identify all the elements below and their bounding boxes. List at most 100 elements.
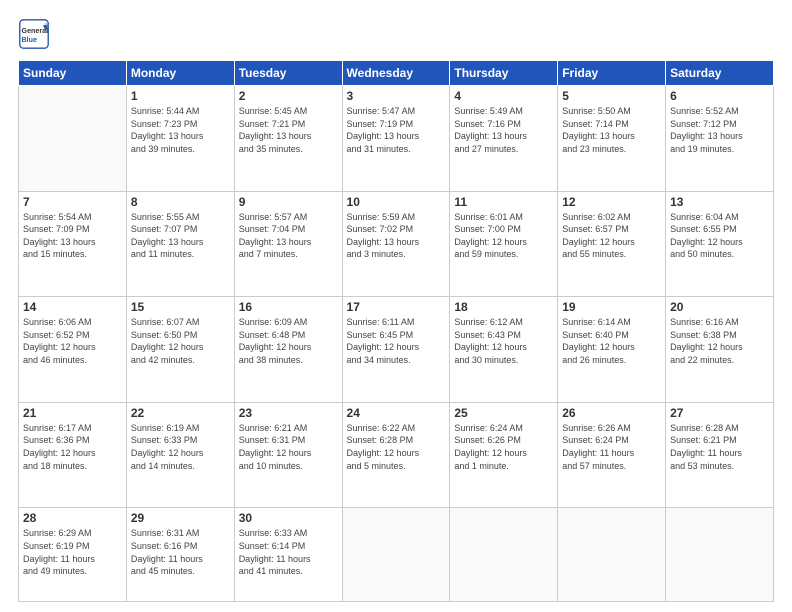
day-info: Sunrise: 6:14 AM Sunset: 6:40 PM Dayligh… [562,316,661,366]
day-info: Sunrise: 5:49 AM Sunset: 7:16 PM Dayligh… [454,105,553,155]
day-number: 29 [131,511,230,525]
day-number: 13 [670,195,769,209]
svg-text:Blue: Blue [22,36,37,44]
calendar-cell: 9 Sunrise: 5:57 AM Sunset: 7:04 PM Daylig… [234,191,342,297]
day-info: Sunrise: 6:01 AM Sunset: 7:00 PM Dayligh… [454,211,553,261]
calendar-cell: 22 Sunrise: 6:19 AM Sunset: 6:33 PM Dayli… [126,402,234,508]
calendar-cell: 30 Sunrise: 6:33 AM Sunset: 6:14 PM Dayli… [234,508,342,602]
calendar-cell: 24 Sunrise: 6:22 AM Sunset: 6:28 PM Dayli… [342,402,450,508]
week-row-2: 7 Sunrise: 5:54 AM Sunset: 7:09 PM Daylig… [19,191,774,297]
day-number: 15 [131,300,230,314]
day-info: Sunrise: 5:47 AM Sunset: 7:19 PM Dayligh… [347,105,446,155]
calendar-cell [19,86,127,192]
day-number: 24 [347,406,446,420]
day-info: Sunrise: 6:33 AM Sunset: 6:14 PM Dayligh… [239,527,338,577]
day-info: Sunrise: 6:26 AM Sunset: 6:24 PM Dayligh… [562,422,661,472]
day-number: 1 [131,89,230,103]
calendar-cell: 14 Sunrise: 6:06 AM Sunset: 6:52 PM Dayli… [19,297,127,403]
weekday-header-tuesday: Tuesday [234,61,342,86]
day-info: Sunrise: 5:59 AM Sunset: 7:02 PM Dayligh… [347,211,446,261]
day-info: Sunrise: 5:52 AM Sunset: 7:12 PM Dayligh… [670,105,769,155]
calendar-cell: 16 Sunrise: 6:09 AM Sunset: 6:48 PM Dayli… [234,297,342,403]
calendar-cell: 25 Sunrise: 6:24 AM Sunset: 6:26 PM Dayli… [450,402,558,508]
calendar-cell: 6 Sunrise: 5:52 AM Sunset: 7:12 PM Daylig… [666,86,774,192]
weekday-header-monday: Monday [126,61,234,86]
calendar-cell [558,508,666,602]
calendar-cell: 27Sunrise: 6:28 AM Sunset: 6:21 PM Dayli… [666,402,774,508]
weekday-header-wednesday: Wednesday [342,61,450,86]
calendar-cell: 17Sunrise: 6:11 AM Sunset: 6:45 PM Dayli… [342,297,450,403]
weekday-header-row: SundayMondayTuesdayWednesdayThursdayFrid… [19,61,774,86]
day-number: 26 [562,406,661,420]
day-number: 2 [239,89,338,103]
day-info: Sunrise: 6:28 AM Sunset: 6:21 PM Dayligh… [670,422,769,472]
day-info: Sunrise: 5:44 AM Sunset: 7:23 PM Dayligh… [131,105,230,155]
day-info: Sunrise: 5:57 AM Sunset: 7:04 PM Dayligh… [239,211,338,261]
calendar-cell: 4 Sunrise: 5:49 AM Sunset: 7:16 PM Daylig… [450,86,558,192]
calendar-cell [342,508,450,602]
day-number: 23 [239,406,338,420]
day-info: Sunrise: 6:17 AM Sunset: 6:36 PM Dayligh… [23,422,122,472]
calendar-cell: 23Sunrise: 6:21 AM Sunset: 6:31 PM Dayli… [234,402,342,508]
day-info: Sunrise: 6:19 AM Sunset: 6:33 PM Dayligh… [131,422,230,472]
day-number: 25 [454,406,553,420]
weekday-header-thursday: Thursday [450,61,558,86]
day-number: 7 [23,195,122,209]
page-header: General Blue [18,18,774,50]
calendar-cell: 5Sunrise: 5:50 AM Sunset: 7:14 PM Daylig… [558,86,666,192]
day-info: Sunrise: 6:06 AM Sunset: 6:52 PM Dayligh… [23,316,122,366]
day-number: 21 [23,406,122,420]
calendar-cell: 21 Sunrise: 6:17 AM Sunset: 6:36 PM Dayli… [19,402,127,508]
day-info: Sunrise: 6:22 AM Sunset: 6:28 PM Dayligh… [347,422,446,472]
calendar-cell: 13 Sunrise: 6:04 AM Sunset: 6:55 PM Dayli… [666,191,774,297]
day-number: 9 [239,195,338,209]
day-number: 28 [23,511,122,525]
day-info: Sunrise: 6:02 AM Sunset: 6:57 PM Dayligh… [562,211,661,261]
day-info: Sunrise: 6:24 AM Sunset: 6:26 PM Dayligh… [454,422,553,472]
day-number: 11 [454,195,553,209]
day-info: Sunrise: 6:04 AM Sunset: 6:55 PM Dayligh… [670,211,769,261]
calendar-cell [450,508,558,602]
week-row-5: 28 Sunrise: 6:29 AM Sunset: 6:19 PM Dayli… [19,508,774,602]
calendar-table: SundayMondayTuesdayWednesdayThursdayFrid… [18,60,774,602]
day-number: 30 [239,511,338,525]
day-info: Sunrise: 5:54 AM Sunset: 7:09 PM Dayligh… [23,211,122,261]
day-info: Sunrise: 6:09 AM Sunset: 6:48 PM Dayligh… [239,316,338,366]
day-number: 4 [454,89,553,103]
day-number: 16 [239,300,338,314]
calendar-cell [666,508,774,602]
day-info: Sunrise: 6:07 AM Sunset: 6:50 PM Dayligh… [131,316,230,366]
logo: General Blue [18,18,54,50]
calendar-cell: 19Sunrise: 6:14 AM Sunset: 6:40 PM Dayli… [558,297,666,403]
calendar-cell: 10Sunrise: 5:59 AM Sunset: 7:02 PM Dayli… [342,191,450,297]
calendar-cell: 3 Sunrise: 5:47 AM Sunset: 7:19 PM Daylig… [342,86,450,192]
weekday-header-sunday: Sunday [19,61,127,86]
day-number: 5 [562,89,661,103]
day-info: Sunrise: 6:16 AM Sunset: 6:38 PM Dayligh… [670,316,769,366]
logo-icon: General Blue [18,18,50,50]
calendar-cell: 1 Sunrise: 5:44 AM Sunset: 7:23 PM Daylig… [126,86,234,192]
day-number: 14 [23,300,122,314]
calendar-cell: 12Sunrise: 6:02 AM Sunset: 6:57 PM Dayli… [558,191,666,297]
calendar-cell: 29 Sunrise: 6:31 AM Sunset: 6:16 PM Dayli… [126,508,234,602]
day-info: Sunrise: 5:55 AM Sunset: 7:07 PM Dayligh… [131,211,230,261]
day-number: 6 [670,89,769,103]
calendar-cell: 2 Sunrise: 5:45 AM Sunset: 7:21 PM Daylig… [234,86,342,192]
week-row-3: 14 Sunrise: 6:06 AM Sunset: 6:52 PM Dayli… [19,297,774,403]
calendar-cell: 15 Sunrise: 6:07 AM Sunset: 6:50 PM Dayli… [126,297,234,403]
calendar-cell: 8 Sunrise: 5:55 AM Sunset: 7:07 PM Daylig… [126,191,234,297]
day-info: Sunrise: 5:45 AM Sunset: 7:21 PM Dayligh… [239,105,338,155]
calendar-cell: 11 Sunrise: 6:01 AM Sunset: 7:00 PM Dayli… [450,191,558,297]
day-info: Sunrise: 6:31 AM Sunset: 6:16 PM Dayligh… [131,527,230,577]
svg-text:General: General [22,27,49,35]
day-number: 22 [131,406,230,420]
day-info: Sunrise: 6:12 AM Sunset: 6:43 PM Dayligh… [454,316,553,366]
day-number: 3 [347,89,446,103]
weekday-header-saturday: Saturday [666,61,774,86]
day-number: 20 [670,300,769,314]
calendar-cell: 28 Sunrise: 6:29 AM Sunset: 6:19 PM Dayli… [19,508,127,602]
calendar-cell: 20 Sunrise: 6:16 AM Sunset: 6:38 PM Dayli… [666,297,774,403]
day-number: 8 [131,195,230,209]
day-info: Sunrise: 6:29 AM Sunset: 6:19 PM Dayligh… [23,527,122,577]
day-info: Sunrise: 6:11 AM Sunset: 6:45 PM Dayligh… [347,316,446,366]
